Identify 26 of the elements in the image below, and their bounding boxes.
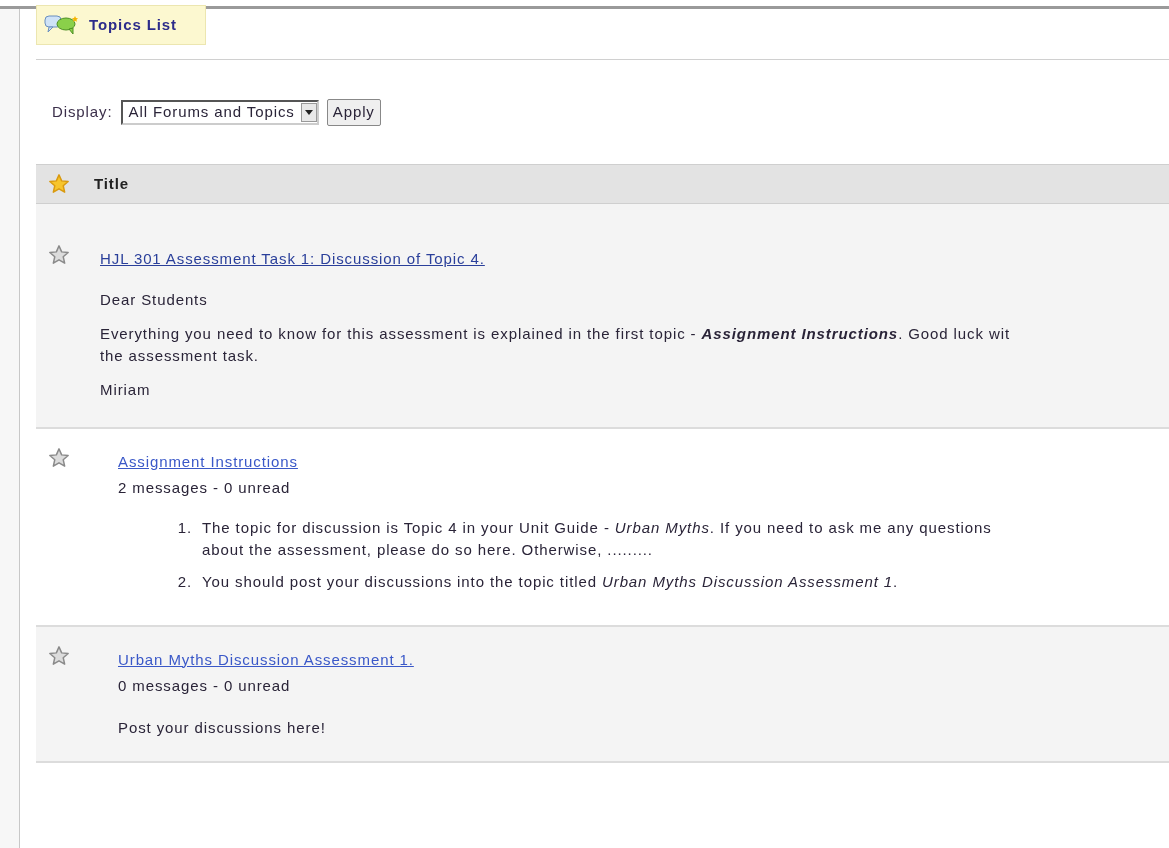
forum-title-link[interactable]: HJL 301 Assessment Task 1: Discussion of Topic 4. [100,248,1010,271]
topic-title-link[interactable]: Urban Myths Discussion Assessment 1. [118,646,414,673]
list-number: 2. [176,571,192,592]
message-text: Dear Students [100,289,209,310]
list-item-text: You should post your discussions into the topic titled Urban Myths Discussion Assessment 1. [202,571,899,592]
topics-list-tab[interactable]: Topics List [36,5,206,45]
message-text: Miriam [100,379,152,400]
list-number: 1. [176,517,192,538]
column-title: Title [94,173,130,194]
star-icon[interactable] [48,173,70,195]
topic-title-link[interactable]: Assignment Instructions [118,448,992,475]
display-select[interactable]: All Forums and Topics [120,99,319,125]
star-icon[interactable] [48,244,70,266]
message-count: 2 messages - 0 unread [118,477,292,498]
list-item-text: about the assessment, please do so here. Otherwise, ......... [202,539,654,560]
apply-button[interactable]: Apply [326,98,381,126]
page-title: Topics List [89,14,177,35]
display-label: Display: [52,101,113,122]
message-text: Post your discussions here! [118,717,327,738]
message-count: 0 messages - 0 unread [118,675,292,696]
star-icon[interactable] [48,446,70,469]
chat-bubbles-icon [43,14,79,36]
message-text: the assessment task. [100,345,260,366]
list-item-text: The topic for discussion is Topic 4 in your Unit Guide - Urban Myths. If you need to ask me any questions [202,517,992,538]
message-text: Everything you need to know for this assessment is explained in the first topic - Assignment Instructions. Good luck wit [100,323,1010,344]
star-icon[interactable] [48,644,70,667]
